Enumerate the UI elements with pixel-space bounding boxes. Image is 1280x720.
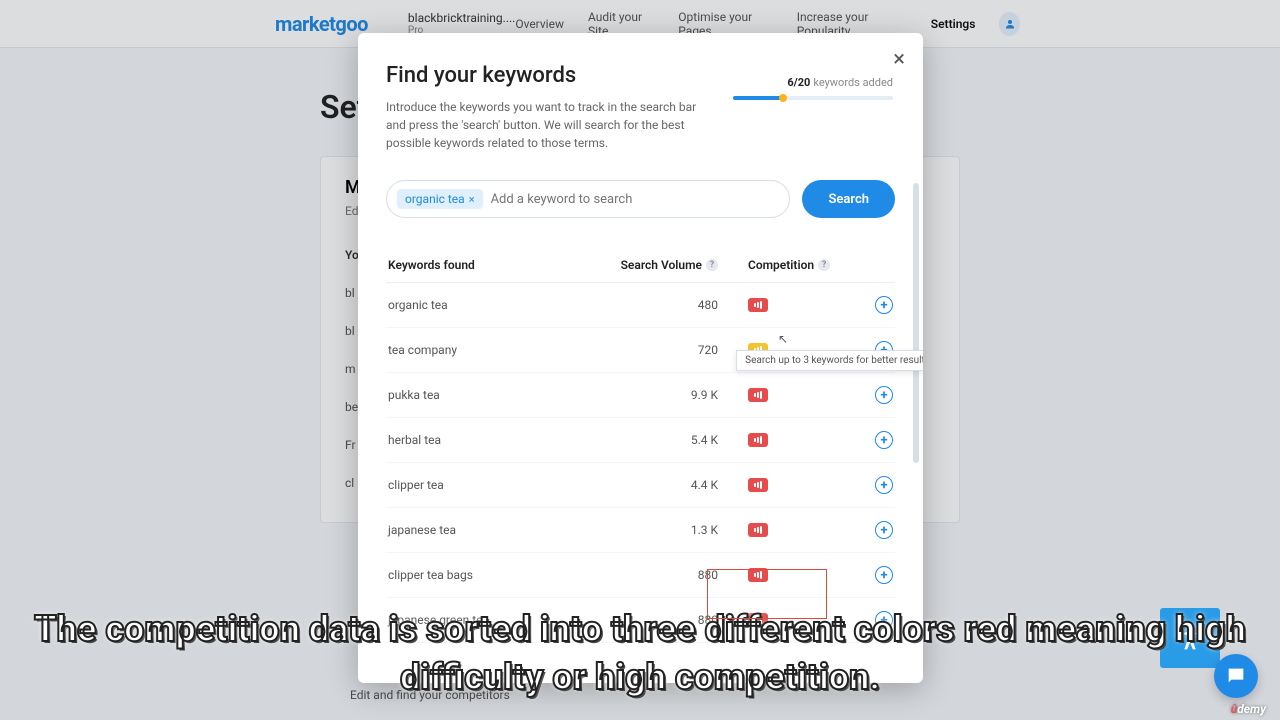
cell-keyword: pukka tea <box>388 388 608 402</box>
add-keyword-button[interactable]: + <box>875 386 893 404</box>
udemy-watermark: ûdemy <box>1231 702 1266 716</box>
search-button[interactable]: Search <box>802 180 895 218</box>
table-row: tea company720+Search up to 3 keywords f… <box>386 328 895 373</box>
table-row: pukka tea9.9 K + <box>386 373 895 418</box>
cell-add: + <box>828 431 893 449</box>
counter-value: 6/20 <box>787 76 810 89</box>
col-keywords: Keywords found <box>388 258 608 272</box>
table-row: herbal tea5.4 K + <box>386 418 895 463</box>
cell-volume: 480 <box>608 298 718 312</box>
cell-volume: 9.9 K <box>608 388 718 402</box>
keyword-search-box[interactable]: organic tea × <box>386 180 790 218</box>
hint-tooltip: Search up to 3 keywords for better resul… <box>736 350 923 371</box>
cell-volume: 720 <box>608 343 718 357</box>
highlight-rectangle <box>707 569 827 619</box>
cell-competition <box>718 388 828 402</box>
cell-volume: 1.3 K <box>608 523 718 537</box>
competition-badge <box>748 523 768 537</box>
cell-add: + <box>828 521 893 539</box>
add-keyword-button[interactable]: + <box>875 476 893 494</box>
scrollbar-track[interactable] <box>913 183 919 673</box>
cell-keyword: clipper tea bags <box>388 568 608 582</box>
table-row: clipper tea4.4 K + <box>386 463 895 508</box>
table-header: Keywords found Search Volume? Competitio… <box>386 248 895 283</box>
cell-competition <box>718 523 828 537</box>
competition-badge <box>748 433 768 447</box>
add-keyword-button[interactable]: + <box>875 431 893 449</box>
cell-keyword: organic tea <box>388 298 608 312</box>
keyword-chip[interactable]: organic tea × <box>397 189 483 209</box>
competition-badge <box>748 388 768 402</box>
cell-keyword: tea company <box>388 343 608 357</box>
competition-badge <box>748 478 768 492</box>
cell-volume: 4.4 K <box>608 478 718 492</box>
col-volume: Search Volume? <box>608 258 718 272</box>
counter-label: keywords added <box>813 76 893 89</box>
info-icon[interactable]: ? <box>706 259 718 271</box>
cell-add: + <box>828 566 893 584</box>
competition-badge <box>748 298 768 312</box>
add-keyword-button[interactable]: + <box>875 296 893 314</box>
chip-remove-icon[interactable]: × <box>469 193 475 206</box>
add-keyword-button[interactable]: + <box>875 566 893 584</box>
scrollbar-thumb[interactable] <box>913 183 919 463</box>
cell-keyword: clipper tea <box>388 478 608 492</box>
find-keywords-modal: × Find your keywords Introduce the keywo… <box>358 33 923 683</box>
cell-volume: 880 <box>608 568 718 582</box>
cell-add: + <box>828 386 893 404</box>
cell-keyword: japanese tea <box>388 523 608 537</box>
video-subtitle: The competition data is sorted into thre… <box>0 605 1280 702</box>
cell-competition <box>718 478 828 492</box>
cell-keyword: herbal tea <box>388 433 608 447</box>
modal-description: Introduce the keywords you want to track… <box>386 98 716 152</box>
cell-add: + <box>828 296 893 314</box>
keywords-counter: 6/20keywords added <box>733 71 893 100</box>
progress-bar <box>733 96 893 100</box>
table-row: japanese tea1.3 K + <box>386 508 895 553</box>
add-keyword-button[interactable]: + <box>875 521 893 539</box>
cell-competition <box>718 298 828 312</box>
chip-label: organic tea <box>405 192 465 206</box>
keyword-search-input[interactable] <box>491 192 780 207</box>
table-row: organic tea480 + <box>386 283 895 328</box>
info-icon[interactable]: ? <box>818 259 830 271</box>
cell-competition <box>718 433 828 447</box>
close-icon[interactable]: × <box>893 49 905 71</box>
cell-add: + <box>828 476 893 494</box>
cell-volume: 5.4 K <box>608 433 718 447</box>
col-competition: Competition? <box>718 258 830 272</box>
